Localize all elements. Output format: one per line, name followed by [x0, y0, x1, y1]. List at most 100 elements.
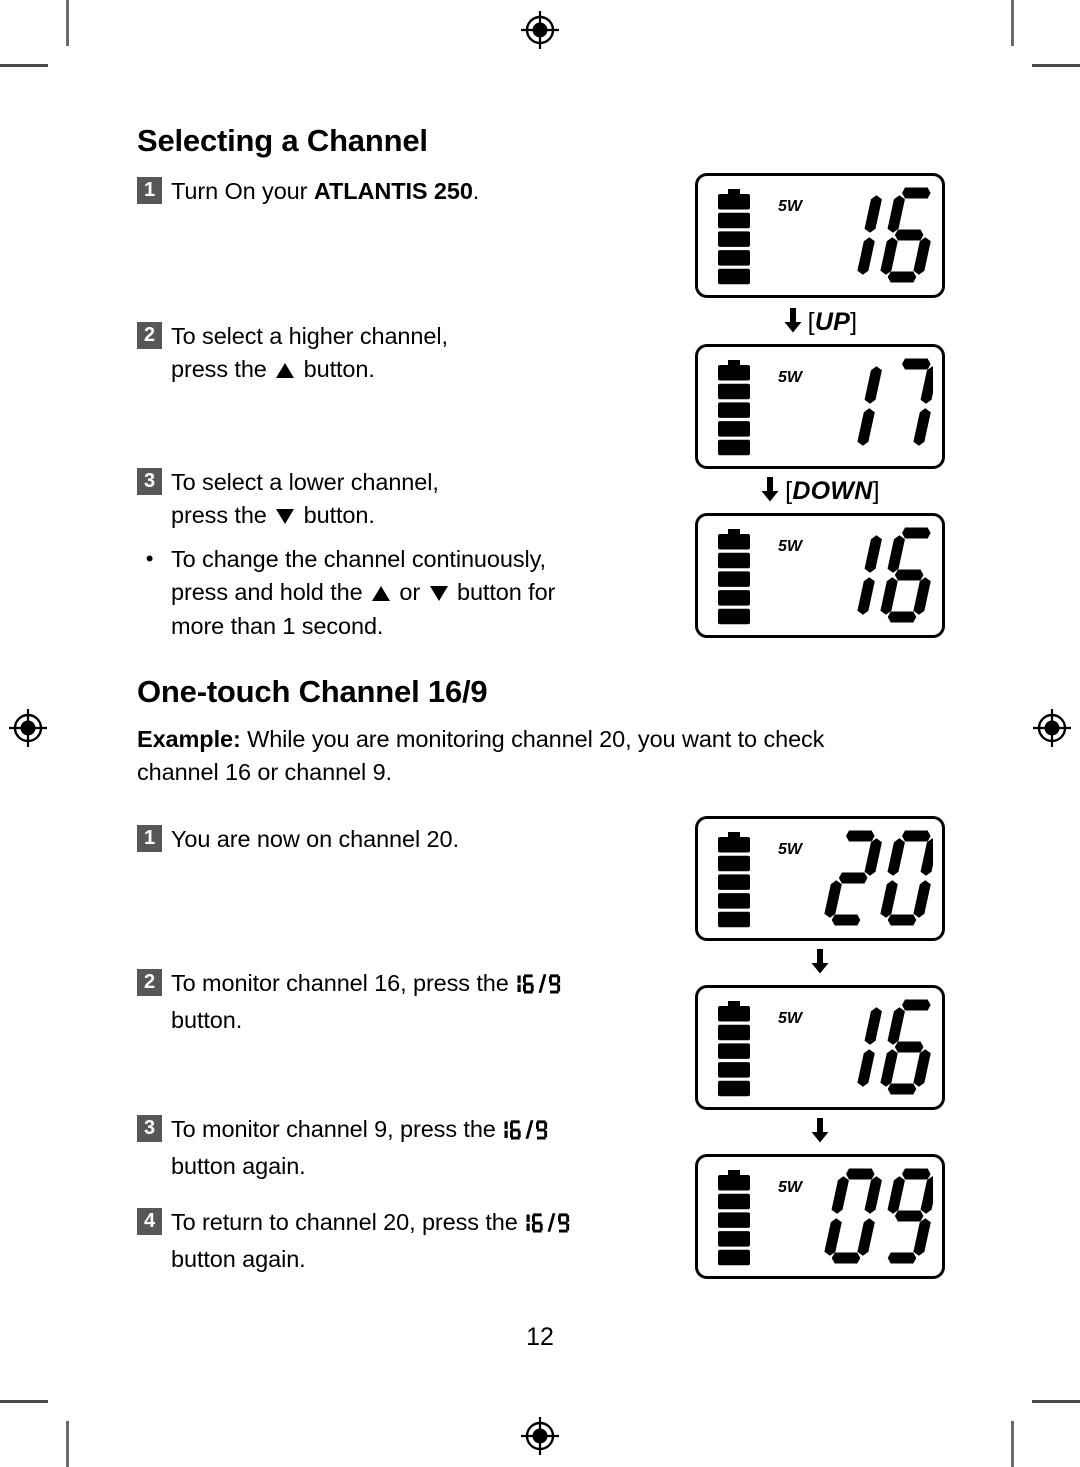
step-line-1: To monitor channel 16, press the	[171, 967, 697, 1004]
transition-label-text: DOWN	[792, 476, 873, 505]
step-text: To select a higher channel, press the bu…	[171, 320, 682, 387]
triangle-up-icon	[276, 363, 295, 379]
triangle-up-icon	[372, 586, 390, 602]
line-prefix: press the	[171, 502, 274, 529]
step-line-2: button.	[171, 1007, 243, 1034]
line-prefix: To monitor channel 9, press the	[171, 1116, 503, 1142]
line-prefix: press and hold the	[171, 579, 369, 606]
seg-16-9-button-icon	[503, 1117, 549, 1150]
step-text-suffix: .	[472, 178, 480, 204]
arrow-down-icon	[783, 306, 803, 339]
transition-label-text: UP	[814, 307, 851, 336]
channel-number-display	[817, 527, 933, 632]
step-text: You are now on channel 20.	[171, 826, 459, 852]
step-number-badge: 3	[137, 1115, 162, 1142]
step-line-1: To select a lower channel,	[171, 469, 439, 495]
step-number-badge: 4	[137, 1208, 162, 1235]
registration-target-right	[1030, 706, 1074, 750]
lcd-display-channel-17: 5W	[695, 344, 945, 469]
step-number-badge: 1	[137, 825, 162, 852]
line-suffix: button.	[297, 502, 375, 529]
battery-level-icon	[717, 1001, 751, 1102]
step-line-2: press the button.	[171, 353, 682, 386]
note-line-1: To change the channel continuously,	[171, 546, 546, 572]
step-number-badge: 1	[137, 177, 162, 204]
registration-target-bottom	[518, 1414, 562, 1458]
power-level-label: 5W	[778, 1179, 802, 1196]
battery-level-icon	[717, 1170, 751, 1271]
step-2-monitor-16: 2 To monitor channel 16, press the butto…	[137, 967, 697, 1038]
example-text: While you are monitoring channel 20, you…	[240, 726, 825, 752]
transition-up: [UP]	[695, 305, 945, 339]
line-prefix: To monitor channel 16, press the	[171, 970, 516, 996]
transition-label: [UP]	[808, 308, 858, 337]
line-prefix: To return to channel 20, press the	[171, 1209, 525, 1235]
crop-mark-bottom-right-horizontal	[1032, 1400, 1080, 1403]
power-level-label: 5W	[778, 841, 802, 858]
power-level-label: 5W	[778, 538, 802, 555]
channel-number-display	[817, 999, 933, 1104]
page-title-selecting-a-channel: Selecting a Channel	[137, 123, 428, 158]
arrow-down-icon	[760, 475, 780, 508]
note-line-3: more than 1 second.	[171, 612, 384, 639]
line-suffix: button for	[450, 579, 556, 606]
step-line-1: To return to channel 20, press the	[171, 1206, 717, 1243]
lcd-display-channel-09: 5W	[695, 1154, 945, 1279]
manual-page: Selecting a Channel 1 Turn On your ATLAN…	[0, 0, 1080, 1467]
example-text-line-2: channel 16 or channel 9.	[137, 759, 392, 786]
crop-mark-top-right-vertical	[1011, 0, 1014, 46]
example-paragraph: Example: While you are monitoring channe…	[137, 723, 967, 790]
seg-16-9-button-icon	[516, 971, 562, 1004]
step-2-higher-channel: 2 To select a higher channel, press the …	[137, 320, 682, 387]
channel-number-display	[817, 187, 933, 292]
crop-mark-bottom-right-vertical	[1011, 1421, 1014, 1467]
lcd-display-channel-20: 5W	[695, 816, 945, 941]
triangle-down-icon	[276, 509, 295, 525]
note-text: To change the channel continuously, pres…	[171, 543, 555, 643]
power-level-label: 5W	[778, 369, 802, 386]
page-number: 12	[526, 1323, 554, 1351]
seg-16-9-button-icon	[525, 1210, 571, 1243]
note-line-2: press and hold the or button for	[171, 576, 555, 609]
bracket-close: ]	[850, 307, 858, 336]
step-text: To monitor channel 9, press the button a…	[171, 1113, 697, 1184]
arrow-down-icon	[810, 1116, 830, 1149]
step-line-2: button again.	[171, 1153, 306, 1180]
channel-number-display	[817, 358, 938, 463]
channel-number-display	[817, 1168, 938, 1273]
registration-target-top	[518, 8, 562, 52]
step-number-badge: 3	[137, 468, 162, 495]
registration-target-left	[6, 706, 50, 750]
transition-20-to-16	[695, 946, 945, 980]
step-text: To monitor channel 16, press the button.	[171, 967, 697, 1038]
step-text-prefix: Turn On your	[171, 178, 314, 204]
crop-mark-top-left-vertical	[66, 0, 69, 46]
bracket-open: [	[807, 307, 815, 336]
lcd-display-channel-16-down: 5W	[695, 513, 945, 638]
power-level-label: 5W	[778, 1010, 802, 1027]
line-prefix: press the	[171, 356, 274, 383]
crop-mark-bottom-left-horizontal	[0, 1400, 48, 1403]
line-suffix: button.	[297, 356, 375, 383]
arrow-down-icon	[810, 947, 830, 980]
battery-level-icon	[717, 189, 751, 290]
crop-mark-bottom-left-vertical	[66, 1421, 69, 1467]
step-line-1: To monitor channel 9, press the	[171, 1113, 697, 1150]
channel-number-display	[817, 830, 938, 935]
transition-label: [DOWN]	[785, 477, 880, 506]
step-3-monitor-9: 3 To monitor channel 9, press the button…	[137, 1113, 697, 1184]
step-line-2: press the button.	[171, 499, 682, 532]
bracket-close: ]	[872, 476, 880, 505]
note-continuous-change: • To change the channel continuously, pr…	[137, 543, 697, 643]
example-label: Example:	[137, 726, 241, 752]
triangle-down-icon	[429, 586, 448, 602]
step-4-return-20: 4 To return to channel 20, press the but…	[137, 1206, 717, 1277]
step-1-current-channel: 1 You are now on channel 20.	[137, 823, 682, 856]
step-3-lower-channel: 3 To select a lower channel, press the b…	[137, 466, 682, 533]
step-text: Turn On your ATLANTIS 250.	[171, 175, 682, 208]
product-name: ATLANTIS 250	[313, 178, 473, 204]
step-number-badge: 2	[137, 322, 162, 349]
transition-down: [DOWN]	[695, 474, 945, 508]
step-text: To select a lower channel, press the but…	[171, 466, 682, 533]
battery-level-icon	[717, 360, 751, 461]
